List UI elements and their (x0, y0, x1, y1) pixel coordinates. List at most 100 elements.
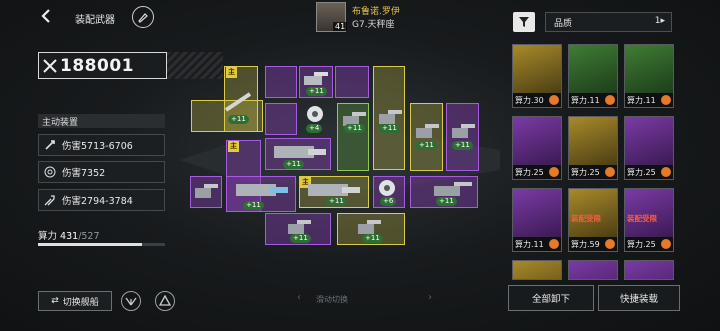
filter-button[interactable] (513, 12, 535, 32)
cluster-missile-icon (44, 195, 55, 206)
stat-row-cluster: 伤害2794-3784 (38, 189, 165, 211)
power-display: 188001 (38, 52, 167, 79)
inventory-card[interactable] (568, 260, 618, 280)
weapon-art-icon (569, 117, 617, 165)
target-icon (44, 166, 56, 178)
level-pill: +11 (290, 234, 311, 243)
active-section-header: 主动装置 (38, 114, 165, 128)
swap-icon: ⇄ (51, 296, 59, 306)
restricted-warning: 装配受限 (627, 214, 657, 223)
weapon-art-icon (625, 261, 673, 279)
level-pill: +11 (452, 141, 473, 150)
level-pill: +11 (243, 201, 264, 210)
level-pill: +11 (379, 124, 400, 133)
slide-hint: 滑动切换 (316, 295, 348, 304)
main-slot-tag: 主 (226, 67, 237, 78)
level-pill: +4 (306, 124, 323, 133)
slot-tile[interactable] (335, 66, 369, 98)
quality-dropdown[interactable]: 品质 1▸ (545, 12, 672, 32)
level-pill: +11 (283, 160, 304, 169)
upgrade-icon (661, 95, 671, 105)
restricted-warning: 装配受限 (571, 214, 601, 223)
stat-label: 伤害5713-6706 (62, 141, 133, 152)
chevron-left-icon (41, 9, 50, 23)
inventory-card[interactable]: 算力.30 (512, 44, 562, 108)
main-slot-tag: 主 (228, 141, 239, 152)
slot-tile[interactable] (265, 66, 297, 98)
weapon-art-icon (569, 45, 617, 93)
level-pill: +11 (228, 115, 249, 124)
stat-label: 伤害7352 (62, 168, 106, 179)
compute-readout: 算力 431/527 (38, 228, 100, 242)
inventory-card[interactable]: 装配受限 算力.25 (624, 188, 674, 252)
inventory-card[interactable]: 装配受限 算力.59 (568, 188, 618, 252)
triangle-emblem-icon (159, 295, 171, 306)
inventory-card[interactable]: 算力.11 (568, 44, 618, 108)
upgrade-icon (605, 167, 615, 177)
switch-ship-button[interactable]: ⇄ 切换舰船 (38, 291, 112, 311)
level-pill: +11 (436, 197, 457, 206)
inventory-grid: 算力.30 算力.11 算力.11 算力.25 算力.25 算力.25 算力.1… (508, 40, 680, 280)
weapon-art-icon (513, 117, 561, 165)
level-pill: +11 (416, 141, 437, 150)
upgrade-icon (661, 167, 671, 177)
slot-tile[interactable] (265, 103, 297, 135)
upgrade-icon (549, 239, 559, 249)
compute-max: /527 (78, 231, 100, 242)
weapon-missile-icon (224, 92, 252, 112)
inventory-card[interactable] (624, 260, 674, 280)
stat-label: 伤害2794-3784 (62, 196, 133, 207)
inventory-card[interactable]: 算力.25 (568, 116, 618, 180)
radar-icon (307, 106, 323, 122)
slide-left-icon: ‹ (297, 292, 301, 303)
quality-label: 品质 (554, 19, 573, 29)
formation-button[interactable] (155, 291, 175, 311)
power-value: 188001 (60, 55, 134, 76)
weapon-art-icon (513, 45, 561, 93)
inventory-card[interactable]: 算力.11 (512, 188, 562, 252)
filter-icon (519, 17, 529, 27)
level-pill: +11 (344, 124, 365, 133)
weapon-turret-icon (195, 184, 218, 198)
missile-icon (45, 140, 55, 150)
radar-icon (379, 180, 395, 196)
inventory-card[interactable]: 算力.25 (512, 116, 562, 180)
page-title: 装配武器 (75, 15, 115, 26)
compute-current: 431 (60, 231, 79, 242)
level-pill: +6 (380, 197, 397, 206)
commander-level: 41 (333, 22, 348, 31)
loadout-preset-button[interactable] (121, 291, 141, 311)
level-pill: +11 (326, 197, 347, 206)
pencil-icon (138, 13, 148, 23)
level-pill: +11 (306, 87, 327, 96)
compute-bar-fill (38, 243, 142, 246)
upgrade-icon (549, 167, 559, 177)
inventory-card[interactable] (512, 260, 562, 280)
compute-label: 算力 (38, 231, 58, 242)
crossed-swords-icon (43, 58, 57, 73)
upgrade-icon (605, 95, 615, 105)
slide-right-icon: › (428, 292, 432, 303)
weapon-art-icon (569, 261, 617, 279)
back-button[interactable] (38, 8, 54, 24)
quality-sort-indicator: 1▸ (654, 16, 665, 26)
weapon-cannon-icon (236, 184, 288, 196)
rename-button[interactable] (132, 6, 154, 28)
quick-equip-button[interactable]: 快捷装载 (598, 285, 680, 311)
weapon-art-icon (625, 117, 673, 165)
level-pill: +11 (362, 234, 383, 243)
inventory-card[interactable]: 算力.11 (624, 44, 674, 108)
weapon-art-icon (625, 45, 673, 93)
inventory-card[interactable]: 算力.25 (624, 116, 674, 180)
power-decoration (167, 52, 223, 79)
upgrade-icon (661, 239, 671, 249)
upgrade-icon (549, 95, 559, 105)
unload-all-button[interactable]: 全部卸下 (508, 285, 594, 311)
weapon-art-icon (513, 261, 561, 279)
stat-row-target: 伤害7352 (38, 161, 165, 183)
wings-icon (125, 297, 137, 306)
upgrade-icon (605, 239, 615, 249)
commander-name: 布鲁诺.罗伊 (352, 7, 400, 17)
stat-row-missile: 伤害5713-6706 (38, 134, 165, 156)
switch-ship-label: 切换舰船 (62, 297, 99, 308)
